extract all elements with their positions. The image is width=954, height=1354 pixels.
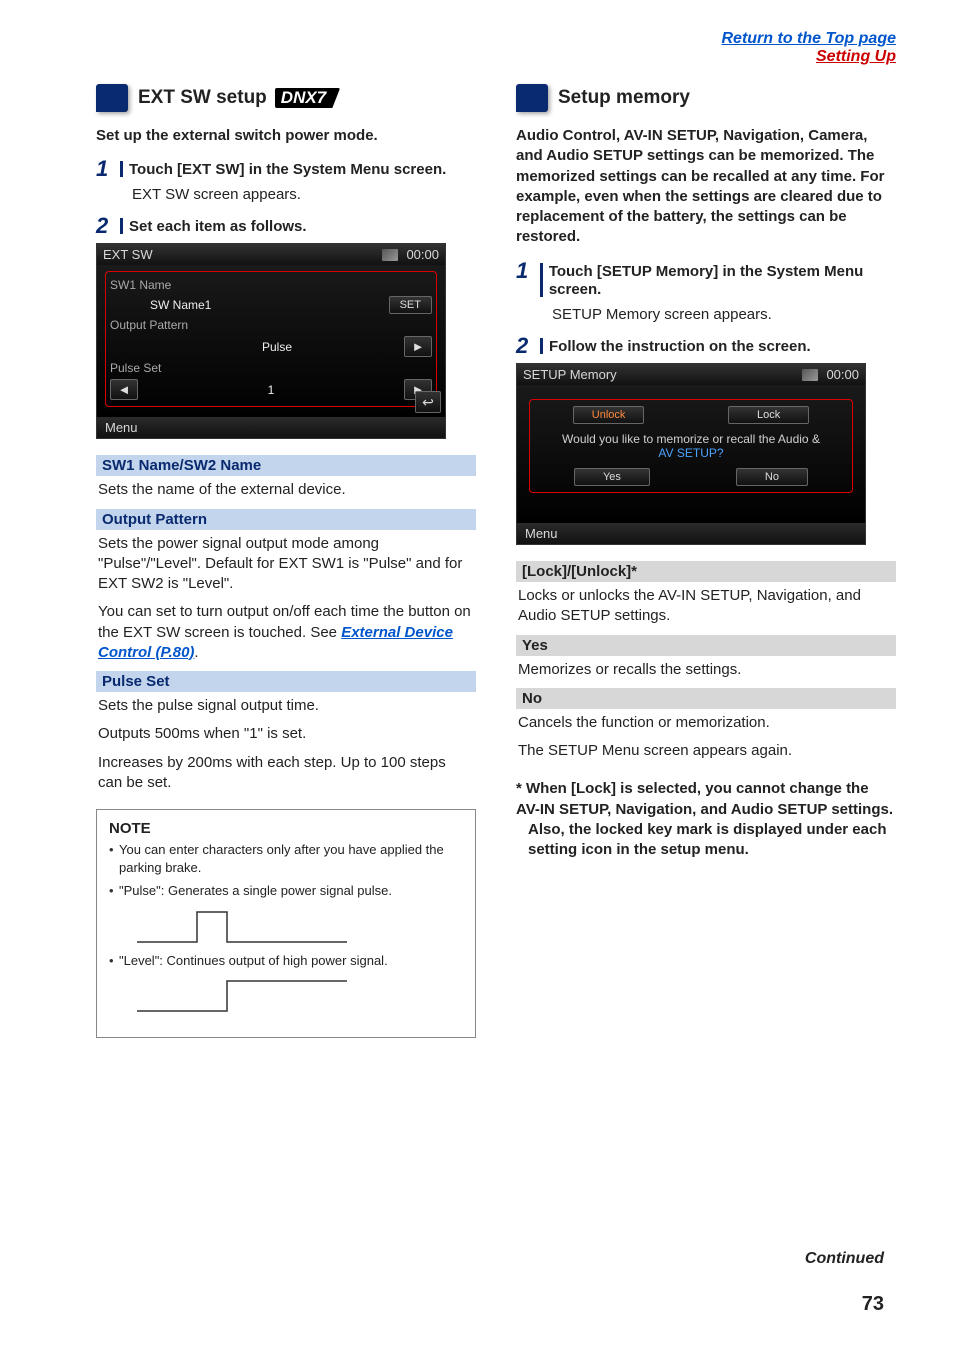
ss2-title: SETUP Memory (523, 367, 617, 382)
right-step-2-label: Follow the instruction on the screen. (549, 335, 811, 357)
continued-label: Continued (805, 1250, 884, 1268)
step-2-number: 2 (96, 215, 114, 237)
section-marker-icon (516, 84, 548, 112)
dnx7-badge: DNX7 (275, 88, 340, 108)
step-1-number: 1 (96, 158, 114, 180)
pulse-set-body3: Increases by 200ms with each step. Up to… (98, 753, 474, 794)
lock-button[interactable]: Lock (728, 406, 809, 424)
output-pattern-subhead: Output Pattern (96, 509, 476, 530)
left-column: EXT SW setup DNX7 Set up the external sw… (96, 84, 476, 1038)
step-2: 2 Set each item as follows. (96, 215, 476, 237)
right-step-2: 2 Follow the instruction on the screen. (516, 335, 896, 357)
setup-memory-title: Setup memory (558, 87, 690, 109)
page-number: 73 (862, 1293, 884, 1316)
pulse-set-prev-button[interactable]: ◄ (110, 379, 138, 400)
yes-button[interactable]: Yes (574, 468, 650, 486)
sw-name-body: Sets the name of the external device. (98, 480, 474, 500)
right-column: Setup memory Audio Control, AV-IN SETUP,… (516, 84, 896, 1038)
highlight-box-2: Unlock Lock Would you like to memorize o… (529, 399, 853, 493)
step-1-sub: EXT SW screen appears. (132, 186, 476, 203)
sw1-name-label: SW1 Name (110, 278, 171, 292)
section-marker-icon (96, 84, 128, 112)
no-body2: The SETUP Menu screen appears again. (518, 741, 894, 761)
step-2-label: Set each item as follows. (129, 215, 307, 237)
ext-sw-intro: Set up the external switch power mode. (96, 126, 476, 146)
prompt-line-2: AV SETUP? (534, 446, 848, 460)
yes-body: Memorizes or recalls the settings. (518, 660, 894, 680)
yes-subhead: Yes (516, 635, 896, 656)
prompt-line-1: Would you like to memorize or recall the… (534, 432, 848, 446)
right-step-1-sub: SETUP Memory screen appears. (552, 306, 896, 323)
lock-footnote: * When [Lock] is selected, you cannot ch… (516, 779, 896, 860)
note-title: NOTE (109, 820, 463, 837)
lock-footnote-1: * When [Lock] is selected, you cannot ch… (516, 780, 893, 817)
note-2: "Pulse": Generates a single power signal… (109, 882, 463, 900)
level-signal-diagram (137, 975, 347, 1015)
antenna-icon (382, 249, 398, 261)
output-pattern-next-button[interactable]: ► (404, 336, 432, 357)
top-link-block: Return to the Top page Setting Up (96, 30, 896, 66)
step-1: 1 Touch [EXT SW] in the System Menu scre… (96, 158, 476, 180)
output-pattern-body1: Sets the power signal output mode among … (98, 534, 474, 595)
lock-unlock-subhead: [Lock]/[Unlock]* (516, 561, 896, 582)
pulse-signal-diagram (137, 906, 347, 946)
setup-memory-screenshot: SETUP Memory 00:00 Unlock Lock Would you… (516, 363, 866, 545)
return-button[interactable]: ↩ (415, 391, 441, 413)
ext-sw-title: EXT SW setup (138, 87, 267, 109)
lock-footnote-2: Also, the locked key mark is displayed u… (516, 820, 896, 861)
unlock-button[interactable]: Unlock (573, 406, 645, 424)
sw1-name-value: SW Name1 (150, 298, 211, 312)
note-1: You can enter characters only after you … (109, 841, 463, 876)
ss-menu-button[interactable]: Menu (97, 417, 445, 438)
ss-title: EXT SW (103, 247, 153, 262)
output-pattern-label: Output Pattern (110, 318, 188, 332)
setup-memory-intro: Audio Control, AV-IN SETUP, Navigation, … (516, 126, 896, 248)
ss2-menu-button[interactable]: Menu (517, 523, 865, 544)
note-box: NOTE You can enter characters only after… (96, 809, 476, 1038)
no-button[interactable]: No (736, 468, 808, 486)
step-1-label: Touch [EXT SW] in the System Menu screen… (129, 158, 446, 180)
pulse-set-subhead: Pulse Set (96, 671, 476, 692)
ss2-clock: 00:00 (826, 367, 859, 382)
output-pattern-body2: You can set to turn output on/off each t… (98, 602, 474, 663)
sw-name-subhead: SW1 Name/SW2 Name (96, 455, 476, 476)
ext-sw-section-header: EXT SW setup DNX7 (96, 84, 476, 112)
no-body1: Cancels the function or memorization. (518, 713, 894, 733)
ss-clock: 00:00 (406, 247, 439, 262)
pulse-set-value: 1 (268, 383, 275, 397)
set-button[interactable]: SET (389, 296, 432, 314)
right-step-1: 1 Touch [SETUP Memory] in the System Men… (516, 260, 896, 301)
setting-up-link[interactable]: Setting Up (816, 48, 896, 65)
right-step-1-number: 1 (516, 260, 534, 282)
pulse-set-body2: Outputs 500ms when "1" is set. (98, 724, 474, 744)
ext-sw-screenshot: EXT SW 00:00 SW1 Name SW Name1 SET (96, 243, 446, 439)
output-pattern-body2b: . (194, 644, 198, 661)
antenna-icon (802, 369, 818, 381)
right-step-2-number: 2 (516, 335, 534, 357)
highlight-box: SW1 Name SW Name1 SET Output Pattern Pul… (105, 271, 437, 407)
right-step-1-label: Touch [SETUP Memory] in the System Menu … (549, 260, 896, 301)
pulse-set-body1: Sets the pulse signal output time. (98, 696, 474, 716)
pulse-set-label: Pulse Set (110, 361, 161, 375)
lock-unlock-body: Locks or unlocks the AV-IN SETUP, Naviga… (518, 586, 894, 627)
note-3: "Level": Continues output of high power … (109, 952, 463, 970)
no-subhead: No (516, 688, 896, 709)
return-top-link[interactable]: Return to the Top page (721, 30, 896, 47)
output-pattern-value: Pulse (262, 340, 292, 354)
setup-memory-section-header: Setup memory (516, 84, 896, 112)
